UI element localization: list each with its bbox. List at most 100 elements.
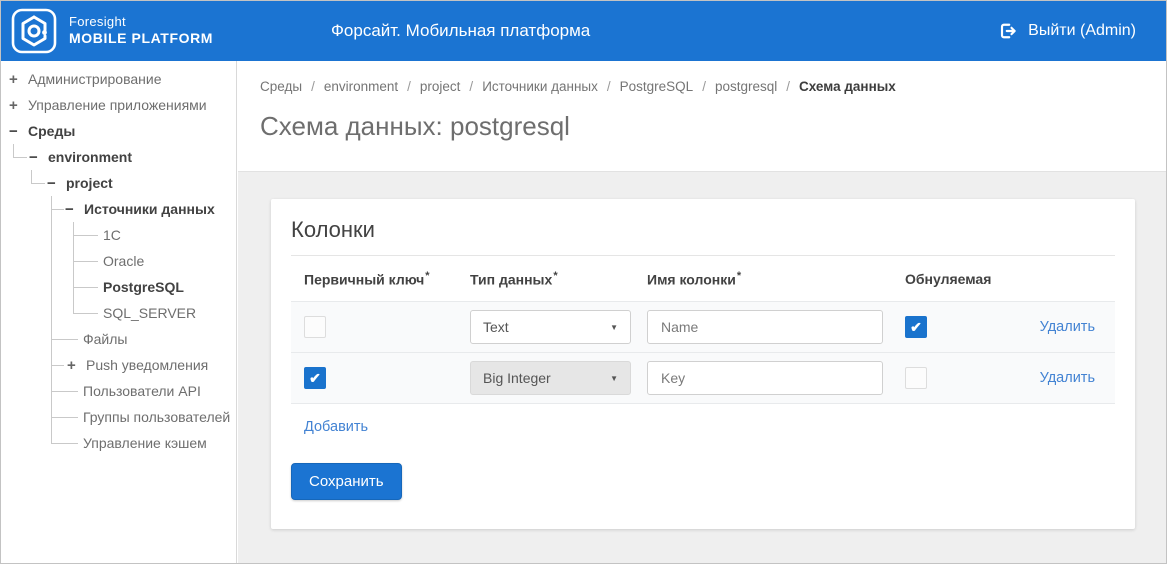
- columns-card: Колонки Первичный ключ* Тип данных* Имя ко…: [271, 199, 1135, 529]
- column-header: Тип данных*: [470, 270, 647, 288]
- sidebar-item-управление-приложениями[interactable]: + Управление приложениями: [9, 92, 207, 118]
- column-header: Обнуляемая: [905, 271, 1025, 287]
- table-header-row: Первичный ключ* Тип данных* Имя колонки* Об…: [291, 256, 1115, 301]
- sidebar-item-sql-server[interactable]: SQL_SERVER: [103, 300, 196, 326]
- expand-icon[interactable]: +: [9, 98, 21, 113]
- card-title: Колонки: [291, 217, 375, 242]
- required-asterisk: *: [425, 269, 430, 282]
- sidebar-item-label: Файлы: [83, 331, 128, 347]
- sidebar-item-управление-кэшем[interactable]: Управление кэшем: [83, 430, 207, 456]
- tree-connector-line: [13, 144, 14, 157]
- column-header-label: Имя колонки: [647, 271, 736, 288]
- tree-connector-line: [73, 313, 98, 314]
- app-window: Foresight MOBILE PLATFORM Форсайт. Мобил…: [0, 0, 1167, 564]
- breadcrumb-item: Схема данных: [799, 79, 896, 94]
- breadcrumb: Среды / environment / project / Источники данн…: [260, 79, 1166, 94]
- chevron-down-icon: ▼: [610, 373, 618, 383]
- data-type-select[interactable]: Big Integer ▼: [470, 361, 631, 395]
- tree-connector-line: [73, 261, 98, 262]
- chevron-down-icon: ▼: [610, 322, 618, 332]
- expand-icon[interactable]: +: [9, 72, 21, 87]
- data-type-value: Big Integer: [483, 370, 551, 386]
- tree-connector-line: [73, 287, 98, 288]
- tree-connector-line: [51, 417, 78, 418]
- sidebar-item-label: SQL_SERVER: [103, 305, 197, 321]
- expand-icon[interactable]: +: [67, 358, 79, 373]
- primary-key-checkbox[interactable]: [304, 316, 326, 338]
- tree-connector-line: [51, 365, 64, 366]
- sidebar-nav: + Администрирование + Управление приложения…: [1, 61, 237, 563]
- sidebar-item-environment[interactable]: − environment: [29, 144, 132, 170]
- breadcrumb-item[interactable]: PostgreSQL: [620, 79, 694, 94]
- breadcrumb-separator: /: [786, 79, 791, 94]
- page-title: Схема данных: postgresql: [260, 111, 570, 141]
- breadcrumb-item[interactable]: project: [420, 79, 461, 94]
- brand-name: Foresight: [69, 14, 126, 30]
- logout-label: Выйти (Admin): [1028, 22, 1136, 39]
- tree-connector-line: [51, 209, 64, 210]
- sidebar-item-среды[interactable]: − Среды: [9, 118, 75, 144]
- sidebar-item-1c[interactable]: 1C: [103, 222, 121, 248]
- page-header-section: Среды / environment / project / Источники данн…: [238, 61, 1166, 172]
- sidebar-item-label: Управление кэшем: [83, 435, 207, 451]
- tree-connector-line: [73, 235, 98, 236]
- collapse-icon[interactable]: −: [65, 202, 77, 217]
- primary-key-checkbox[interactable]: ✔: [304, 367, 326, 389]
- delete-row-link[interactable]: Удалить: [1040, 370, 1095, 386]
- breadcrumb-item[interactable]: Источники данных: [482, 79, 598, 94]
- sidebar-item-label: Источники данных: [84, 201, 215, 217]
- required-asterisk: *: [553, 269, 558, 282]
- required-asterisk: *: [736, 269, 742, 282]
- logout-button[interactable]: Выйти (Admin): [998, 1, 1136, 61]
- breadcrumb-item[interactable]: Среды: [260, 79, 302, 94]
- sidebar-item-label: Push уведомления: [86, 357, 209, 373]
- breadcrumb-separator: /: [469, 79, 474, 94]
- sidebar-item-label: project: [66, 175, 113, 191]
- save-button[interactable]: Сохранить: [291, 463, 402, 500]
- sidebar-item-project[interactable]: − project: [47, 170, 113, 196]
- sidebar-item-push-уведомления[interactable]: + Push уведомления: [67, 352, 208, 378]
- table-row: ✔ Big Integer ▼ Удалить: [291, 352, 1115, 403]
- add-column-link[interactable]: Добавить: [304, 419, 368, 435]
- main-content: Среды / environment / project / Источники данн…: [238, 61, 1166, 563]
- sidebar-item-файлы[interactable]: Файлы: [83, 326, 127, 352]
- table-row: Text ▼ ✔ Удалить: [291, 301, 1115, 352]
- logout-icon: [998, 21, 1018, 41]
- sidebar-item-администрирование[interactable]: + Администрирование: [9, 66, 162, 92]
- delete-row-link[interactable]: Удалить: [1040, 319, 1095, 335]
- breadcrumb-separator: /: [311, 79, 315, 94]
- collapse-icon[interactable]: −: [29, 150, 41, 165]
- breadcrumb-separator: /: [407, 79, 411, 94]
- column-name-input[interactable]: [647, 310, 883, 344]
- sidebar-item-группы-пользователей[interactable]: Группы пользователей: [83, 404, 230, 430]
- nullable-checkbox[interactable]: ✔: [905, 316, 927, 338]
- breadcrumb-separator: /: [606, 79, 611, 94]
- breadcrumb-item[interactable]: postgresql: [715, 79, 777, 94]
- collapse-icon[interactable]: −: [9, 124, 21, 139]
- column-name-input[interactable]: [647, 361, 883, 395]
- sidebar-item-label: Пользователи API: [83, 383, 201, 399]
- sidebar-item-oracle[interactable]: Oracle: [103, 248, 144, 274]
- foresight-logo-icon: [11, 8, 57, 54]
- sidebar-item-label: Управление приложениями: [28, 97, 207, 113]
- sidebar-item-label: 1C: [103, 227, 121, 243]
- brand-product: MOBILE PLATFORM: [69, 30, 214, 47]
- breadcrumb-item[interactable]: environment: [324, 79, 398, 94]
- column-header: Первичный ключ*: [304, 270, 470, 288]
- nav-tree: + Администрирование + Управление приложения…: [1, 61, 236, 563]
- sidebar-item-postgresql[interactable]: PostgreSQL: [103, 274, 184, 300]
- sidebar-item-источники-данных[interactable]: − Источники данных: [65, 196, 215, 222]
- tree-connector-line: [51, 443, 78, 444]
- column-header-label: Первичный ключ: [304, 271, 425, 288]
- tree-connector-line: [51, 391, 78, 392]
- sidebar-item-пользователи-api[interactable]: Пользователи API: [83, 378, 201, 404]
- nullable-checkbox[interactable]: [905, 367, 927, 389]
- tree-connector-line: [51, 339, 78, 340]
- data-type-select[interactable]: Text ▼: [470, 310, 631, 344]
- sidebar-item-label: environment: [48, 149, 133, 165]
- table-body: Text ▼ ✔ Удалить ✔ Big Integer ▼ Удалить: [291, 301, 1115, 404]
- breadcrumb-separator: /: [702, 79, 706, 94]
- collapse-icon[interactable]: −: [47, 176, 59, 191]
- sidebar-item-label: PostgreSQL: [103, 279, 184, 295]
- data-type-value: Text: [483, 319, 509, 335]
